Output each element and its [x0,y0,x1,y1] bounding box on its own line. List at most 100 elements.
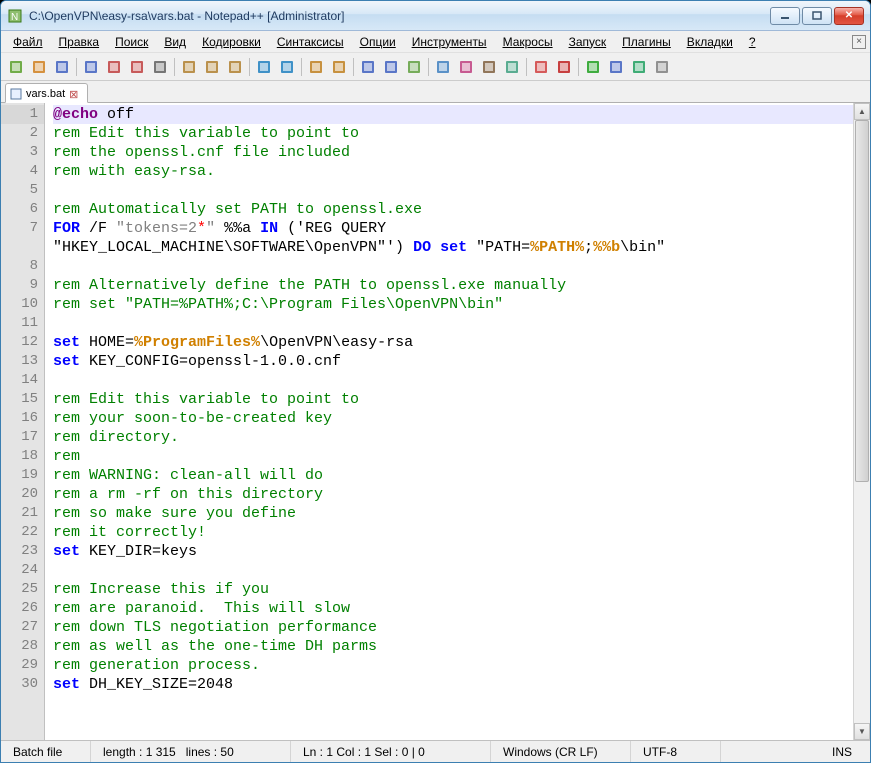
code-line[interactable]: rem so make sure you define [53,504,853,523]
vertical-scrollbar[interactable]: ▲ ▼ [853,103,870,740]
code-line[interactable] [53,371,853,390]
code-line[interactable]: rem as well as the one-time DH parms [53,637,853,656]
code-line[interactable]: set KEY_CONFIG=openssl-1.0.0.cnf [53,352,853,371]
app-window: N C:\OpenVPN\easy-rsa\vars.bat - Notepad… [0,0,871,763]
tab-file[interactable]: vars.bat ⊠ [5,83,88,103]
code-line[interactable] [53,314,853,333]
code-line[interactable]: rem Edit this variable to point to [53,124,853,143]
code-line[interactable]: rem Increase this if you [53,580,853,599]
new-button[interactable] [5,56,27,78]
paste-button[interactable] [224,56,246,78]
menu-запуск[interactable]: Запуск [561,33,615,51]
code-line[interactable]: rem set "PATH=%PATH%;C:\Program Files\Op… [53,295,853,314]
tab-close-icon[interactable]: ⊠ [69,88,81,100]
open-button[interactable] [28,56,50,78]
line-number: 25 [1,580,44,599]
code-line[interactable] [53,181,853,200]
code-line[interactable]: "HKEY_LOCAL_MACHINE\SOFTWARE\OpenVPN"') … [53,238,853,257]
code-line[interactable]: rem directory. [53,428,853,447]
menu-файл[interactable]: Файл [5,33,51,51]
menu-close-icon[interactable]: × [852,35,866,49]
save-all-button[interactable] [80,56,102,78]
line-number: 18 [1,447,44,466]
code-line[interactable]: rem the openssl.cnf file included [53,143,853,162]
line-number: 6 [1,200,44,219]
zoom-in-button[interactable] [357,56,379,78]
redo-button[interactable] [276,56,298,78]
record-button[interactable] [553,56,575,78]
line-number: 19 [1,466,44,485]
code-line[interactable] [53,257,853,276]
code-line[interactable]: rem your soon-to-be-created key [53,409,853,428]
maximize-button[interactable] [802,7,832,25]
menu-?[interactable]: ? [741,33,764,51]
replace-button[interactable] [328,56,350,78]
menu-кодировки[interactable]: Кодировки [194,33,269,51]
copy-button[interactable] [201,56,223,78]
find-button[interactable] [305,56,327,78]
menu-вкладки[interactable]: Вкладки [679,33,741,51]
sync-button[interactable] [403,56,425,78]
minimize-button[interactable] [770,7,800,25]
line-number: 1 [1,105,44,124]
code-line[interactable]: rem down TLS negotiation performance [53,618,853,637]
cut-button[interactable] [178,56,200,78]
code-line[interactable]: set DH_KEY_SIZE=2048 [53,675,853,694]
menu-инструменты[interactable]: Инструменты [404,33,495,51]
scroll-down-button[interactable]: ▼ [854,723,870,740]
close-all-button[interactable] [126,56,148,78]
line-number: 27 [1,618,44,637]
line-number: 17 [1,428,44,447]
code-line[interactable] [53,561,853,580]
code-line[interactable]: FOR /F "tokens=2*" %%a IN ('REG QUERY [53,219,853,238]
save-button[interactable] [51,56,73,78]
code-line[interactable]: rem generation process. [53,656,853,675]
wrap-button[interactable] [432,56,454,78]
chars-button[interactable] [455,56,477,78]
menu-поиск[interactable]: Поиск [107,33,156,51]
code-line[interactable]: set KEY_DIR=keys [53,542,853,561]
status-pos: Ln : 1 Col : 1 Sel : 0 | 0 [291,741,491,762]
code-line[interactable]: rem it correctly! [53,523,853,542]
playback-button[interactable] [628,56,650,78]
code-line[interactable]: set HOME=%ProgramFiles%\OpenVPN\easy-rsa [53,333,853,352]
code-line[interactable]: rem Automatically set PATH to openssl.ex… [53,200,853,219]
line-number: 14 [1,371,44,390]
code-line[interactable]: rem [53,447,853,466]
lang-button[interactable] [501,56,523,78]
prefs-button[interactable] [651,56,673,78]
close-button[interactable]: ✕ [834,7,864,25]
line-number: 24 [1,561,44,580]
menu-вид[interactable]: Вид [156,33,194,51]
scroll-thumb[interactable] [855,120,869,482]
menu-синтаксисы[interactable]: Синтаксисы [269,33,352,51]
line-number: 11 [1,314,44,333]
code-line[interactable]: rem are paranoid. This will slow [53,599,853,618]
code-line[interactable]: rem with easy-rsa. [53,162,853,181]
line-number: 20 [1,485,44,504]
titlebar[interactable]: N C:\OpenVPN\easy-rsa\vars.bat - Notepad… [1,1,870,31]
monitor-button[interactable] [530,56,552,78]
line-number: 16 [1,409,44,428]
code-line[interactable]: rem Edit this variable to point to [53,390,853,409]
status-mode: INS [721,741,870,762]
code-line[interactable]: rem a rm -rf on this directory [53,485,853,504]
menu-макросы[interactable]: Макросы [495,33,561,51]
undo-button[interactable] [253,56,275,78]
stop-button[interactable] [605,56,627,78]
code-line[interactable]: @echo off [53,105,853,124]
code-line[interactable]: rem WARNING: clean-all will do [53,466,853,485]
zoom-out-button[interactable] [380,56,402,78]
menu-правка[interactable]: Правка [51,33,108,51]
scroll-track[interactable] [854,120,870,723]
play-button[interactable] [582,56,604,78]
print-button[interactable] [149,56,171,78]
close-button[interactable] [103,56,125,78]
menu-опции[interactable]: Опции [352,33,404,51]
code-line[interactable]: rem Alternatively define the PATH to ope… [53,276,853,295]
scroll-up-button[interactable]: ▲ [854,103,870,120]
code-editor[interactable]: @echo offrem Edit this variable to point… [45,103,853,740]
menu-плагины[interactable]: Плагины [614,33,679,51]
indent-button[interactable] [478,56,500,78]
line-number: 13 [1,352,44,371]
